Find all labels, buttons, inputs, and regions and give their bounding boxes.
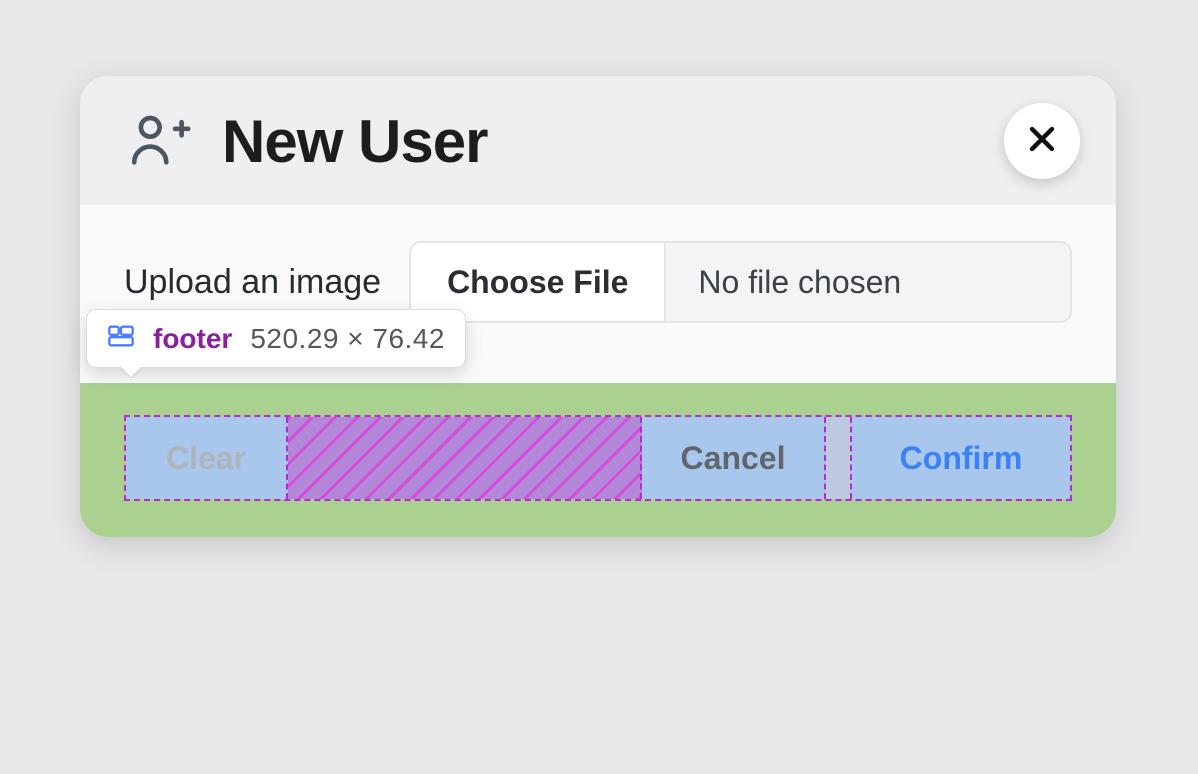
cancel-button[interactable]: Cancel — [681, 440, 786, 477]
upload-label: Upload an image — [124, 263, 381, 302]
footer-cell-margin — [826, 417, 852, 499]
footer-cell-confirm: Confirm — [852, 417, 1070, 499]
devtools-tooltip: footer 520.29 × 76.42 — [86, 309, 466, 368]
close-icon — [1025, 122, 1059, 159]
dialog-title: New User — [222, 107, 487, 176]
devtools-element-name: footer — [153, 323, 232, 355]
confirm-button[interactable]: Confirm — [900, 440, 1023, 477]
footer-cell-cancel: Cancel — [642, 417, 826, 499]
clear-button[interactable]: Clear — [166, 440, 246, 477]
footer-flex-overlay: Clear Cancel Confirm — [124, 415, 1072, 501]
footer-flex-gap — [288, 417, 642, 499]
file-picker: Choose File No file chosen — [409, 241, 1072, 323]
close-button[interactable] — [1004, 103, 1080, 179]
footer-cell-clear: Clear — [126, 417, 288, 499]
file-status-text: No file chosen — [666, 243, 1070, 321]
dialog-header: New User — [80, 76, 1116, 205]
flex-icon — [107, 322, 135, 355]
dialog-footer: footer 520.29 × 76.42 Clear Cancel Confi… — [80, 383, 1116, 537]
user-plus-icon — [124, 104, 194, 179]
new-user-dialog: New User Upload an image Choose File No … — [80, 76, 1116, 537]
devtools-dimensions: 520.29 × 76.42 — [250, 323, 445, 355]
